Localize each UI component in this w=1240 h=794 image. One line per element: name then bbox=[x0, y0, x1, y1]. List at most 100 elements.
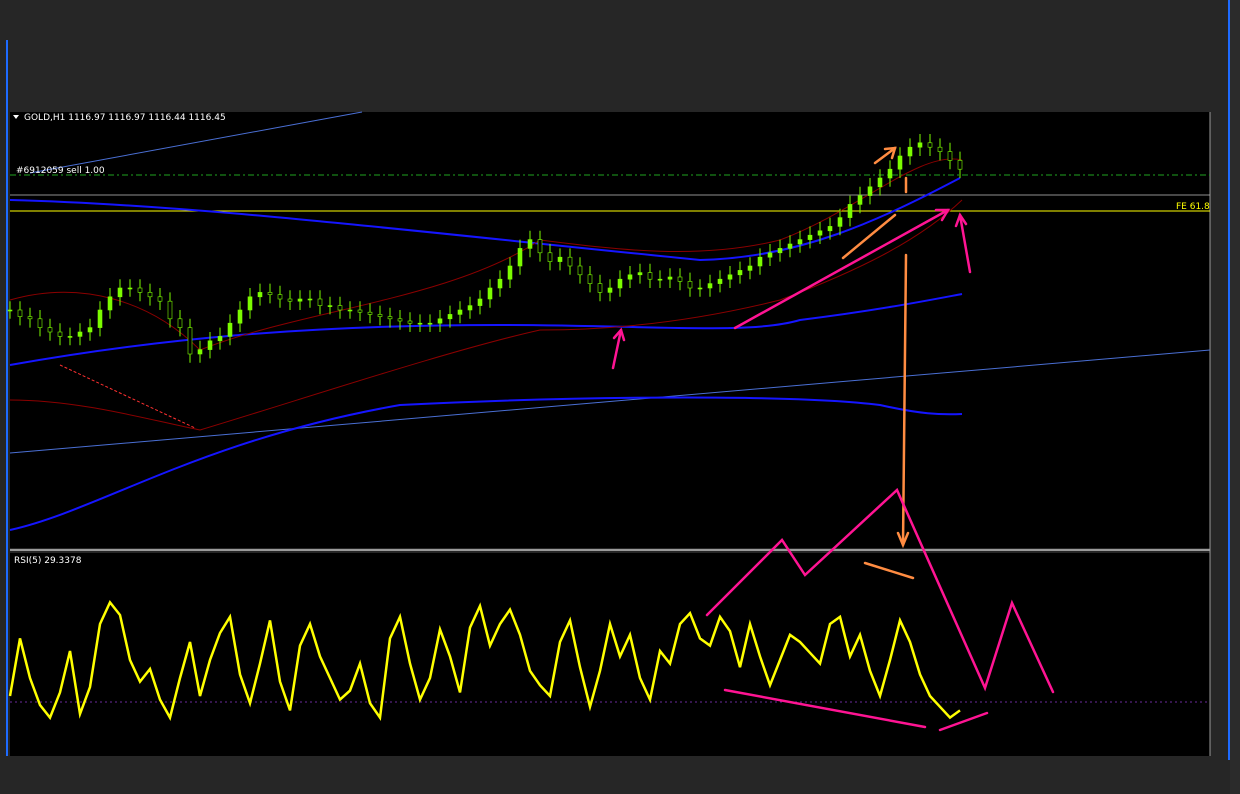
candle-body bbox=[327, 305, 333, 307]
rsi-panel[interactable] bbox=[10, 553, 1210, 756]
candle-body bbox=[337, 305, 343, 311]
candle-body bbox=[177, 318, 183, 328]
candle-body bbox=[367, 311, 373, 315]
candle-body bbox=[837, 217, 843, 227]
candle-body bbox=[477, 298, 483, 306]
candle-body bbox=[927, 142, 933, 148]
candle-body bbox=[447, 314, 453, 320]
candle-body bbox=[767, 252, 773, 258]
candle-body bbox=[657, 278, 663, 281]
candle-body bbox=[877, 177, 883, 188]
candle-body bbox=[557, 256, 563, 262]
symbol-label: GOLD,H1 1116.97 1116.97 1116.44 1116.45 bbox=[24, 113, 226, 123]
candle-body bbox=[817, 230, 823, 236]
candle-body bbox=[747, 265, 753, 271]
candle-body bbox=[207, 340, 213, 350]
candle-body bbox=[597, 283, 603, 293]
rsi-label: RSI(5) 29.3378 bbox=[14, 556, 82, 566]
candle-body bbox=[187, 327, 193, 355]
candle-body bbox=[507, 265, 513, 280]
candle-body bbox=[787, 243, 793, 249]
candle-body bbox=[627, 274, 633, 280]
candle-body bbox=[117, 287, 123, 298]
candle-body bbox=[677, 276, 683, 282]
candle-body bbox=[497, 278, 503, 289]
candle-body bbox=[287, 298, 293, 302]
candle-body bbox=[157, 296, 163, 302]
candle-body bbox=[867, 186, 873, 196]
candle-body bbox=[167, 300, 173, 320]
candle-body bbox=[547, 252, 553, 262]
chart-canvas[interactable]: GOLD,H1 1116.97 1116.97 1116.44 1116.45 … bbox=[0, 0, 1240, 794]
candle-body bbox=[667, 276, 673, 280]
candle-body bbox=[217, 336, 223, 342]
candle-body bbox=[957, 160, 963, 170]
candle-body bbox=[577, 265, 583, 276]
candle-body bbox=[707, 283, 713, 289]
candle-body bbox=[517, 248, 523, 267]
fe-label: FE 61.8 bbox=[1176, 202, 1210, 212]
candle-body bbox=[937, 146, 943, 152]
candle-body bbox=[77, 331, 83, 337]
candle-body bbox=[777, 248, 783, 254]
candle-body bbox=[227, 322, 233, 337]
candle-body bbox=[427, 322, 433, 325]
candle-body bbox=[907, 146, 913, 157]
candle-body bbox=[727, 274, 733, 280]
candle-body bbox=[457, 309, 463, 315]
candle-body bbox=[897, 155, 903, 170]
candle-body bbox=[397, 318, 403, 322]
candle-body bbox=[587, 274, 593, 284]
candle-body bbox=[247, 296, 253, 311]
candle-body bbox=[617, 278, 623, 289]
candle-body bbox=[317, 298, 323, 306]
candle-body bbox=[97, 309, 103, 328]
candle-body bbox=[257, 292, 263, 298]
candle-body bbox=[917, 142, 923, 148]
candle-body bbox=[37, 318, 43, 328]
candle-body bbox=[567, 256, 573, 267]
candle-body bbox=[17, 309, 23, 317]
candle-body bbox=[527, 239, 533, 249]
candle-body bbox=[847, 204, 853, 218]
candle-body bbox=[797, 239, 803, 245]
candle-body bbox=[647, 272, 653, 280]
candle-body bbox=[137, 287, 143, 293]
candle-body bbox=[237, 309, 243, 324]
candle-body bbox=[947, 151, 953, 161]
candle-body bbox=[827, 226, 833, 232]
candle-body bbox=[887, 168, 893, 179]
candle-body bbox=[407, 320, 413, 324]
candle-body bbox=[127, 287, 133, 290]
candle-body bbox=[197, 349, 203, 355]
candle-body bbox=[67, 336, 73, 338]
candle-body bbox=[147, 292, 153, 298]
candle-body bbox=[487, 287, 493, 300]
candle-body bbox=[87, 327, 93, 333]
order-label: #6912059 sell 1.00 bbox=[16, 166, 105, 176]
candle-body bbox=[537, 239, 543, 254]
candle-body bbox=[107, 296, 113, 311]
candle-body bbox=[357, 309, 363, 313]
candle-body bbox=[47, 327, 53, 333]
candle-body bbox=[347, 309, 353, 312]
candle-body bbox=[467, 305, 473, 311]
candle-body bbox=[57, 331, 63, 337]
candle-body bbox=[857, 195, 863, 205]
candle-body bbox=[387, 316, 393, 320]
candle-body bbox=[377, 314, 383, 317]
candle-body bbox=[267, 292, 273, 295]
candle-body bbox=[607, 287, 613, 293]
candle-body bbox=[757, 256, 763, 267]
candle-body bbox=[307, 298, 313, 301]
candle-body bbox=[697, 287, 703, 290]
candle-body bbox=[737, 270, 743, 276]
candle-body bbox=[717, 278, 723, 284]
candle-body bbox=[277, 294, 283, 300]
candle-body bbox=[637, 272, 643, 276]
candle-body bbox=[27, 316, 33, 320]
candle-body bbox=[807, 234, 813, 240]
candle-body bbox=[7, 309, 13, 312]
candle-body bbox=[417, 322, 423, 325]
candle-body bbox=[297, 298, 303, 302]
